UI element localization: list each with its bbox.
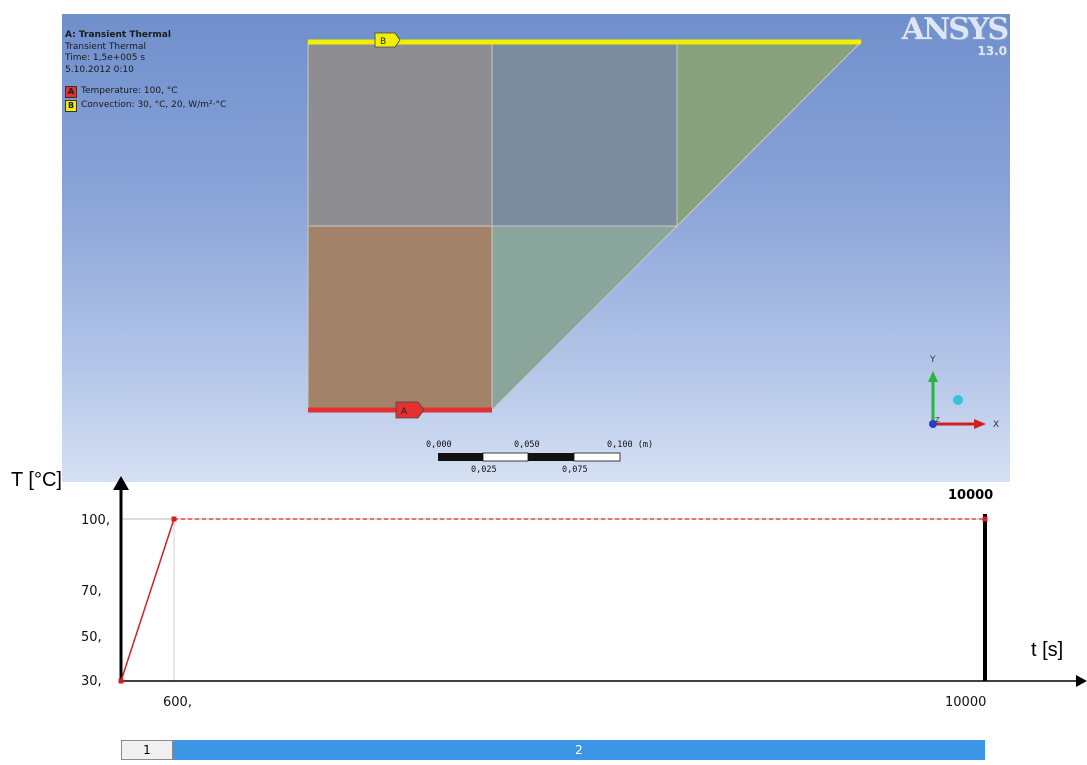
triad-x-label: X	[993, 420, 999, 430]
legend-text-temperature: Temperature: 100, °C	[81, 86, 178, 97]
y-tick-30: 30,	[81, 674, 102, 689]
face-top-right-triangle[interactable]	[676, 41, 863, 228]
flag-b[interactable]: B	[374, 32, 401, 48]
legend-item-temperature: A Temperature: 100, °C	[65, 86, 226, 98]
face-top-middle[interactable]	[491, 41, 678, 227]
face-bottom-middle-triangle[interactable]	[491, 225, 679, 412]
legend-key-a: A	[65, 86, 77, 98]
y-tick-100: 100,	[81, 513, 110, 528]
legend-item-convection: B Convection: 30, °C, 20, W/m²·°C	[65, 100, 226, 112]
x-axis-label: t [s]	[1031, 639, 1063, 661]
details-annotation: A: Transient Thermal Transient Thermal T…	[65, 30, 226, 112]
x-axis-arrow	[1076, 675, 1087, 687]
triad-z-label: Z	[935, 416, 940, 424]
step-2-segment[interactable]: 2	[173, 740, 985, 760]
triad-y-label: Y	[929, 355, 936, 365]
series-point-1[interactable]	[171, 516, 177, 522]
analysis-time: Time: 1,5e+005 s	[65, 53, 146, 63]
ansys-logo: ANSYS 13.0	[901, 14, 1009, 58]
legend-text-convection: Convection: 30, °C, 20, W/m²·°C	[81, 100, 227, 111]
analysis-title: A: Transient Thermal	[65, 30, 171, 40]
analysis-date: 5.10.2012 0:10	[65, 64, 134, 75]
end-time-label: 10000	[948, 488, 993, 503]
logo-name: ANSYS	[901, 14, 1009, 47]
legend-key-b: B	[65, 100, 77, 112]
temperature-series	[118, 516, 988, 684]
scale-label-0: 0,000	[426, 440, 452, 450]
coordinate-triad[interactable]: Y X Z	[928, 355, 999, 430]
series-point-2[interactable]	[982, 516, 988, 522]
scale-label-050: 0,050	[514, 440, 540, 450]
face-top-left[interactable]	[307, 41, 493, 227]
face-bottom-left[interactable]	[307, 225, 493, 411]
step-bar[interactable]: 1 2	[121, 740, 985, 760]
y-tick-70: 70,	[81, 584, 102, 599]
step-1-segment[interactable]: 1	[121, 740, 173, 760]
series-segment-0	[120, 518, 175, 682]
x-tick-600: 600,	[163, 695, 192, 710]
y-axis-arrow	[113, 476, 129, 490]
y-tick-50: 50,	[81, 630, 102, 645]
graphics-viewport[interactable]: B A 0,000 0,050 0,100 (m) 0,025 0,075 Y …	[62, 14, 1010, 482]
flag-a[interactable]: A	[395, 401, 425, 419]
y-axis-label: T [°C]	[11, 470, 62, 491]
x-tick-10000: 10000	[945, 695, 986, 710]
flag-a-label: A	[401, 407, 408, 417]
analysis-type: Transient Thermal	[65, 41, 146, 52]
series-point-0[interactable]	[118, 678, 124, 684]
tabular-load-chart[interactable]: T [°C] t [s] 100, 70, 50, 30, 600, 10000…	[0, 470, 1087, 740]
scale-label-100: 0,100 (m)	[607, 440, 653, 450]
flag-b-label: B	[380, 37, 386, 47]
